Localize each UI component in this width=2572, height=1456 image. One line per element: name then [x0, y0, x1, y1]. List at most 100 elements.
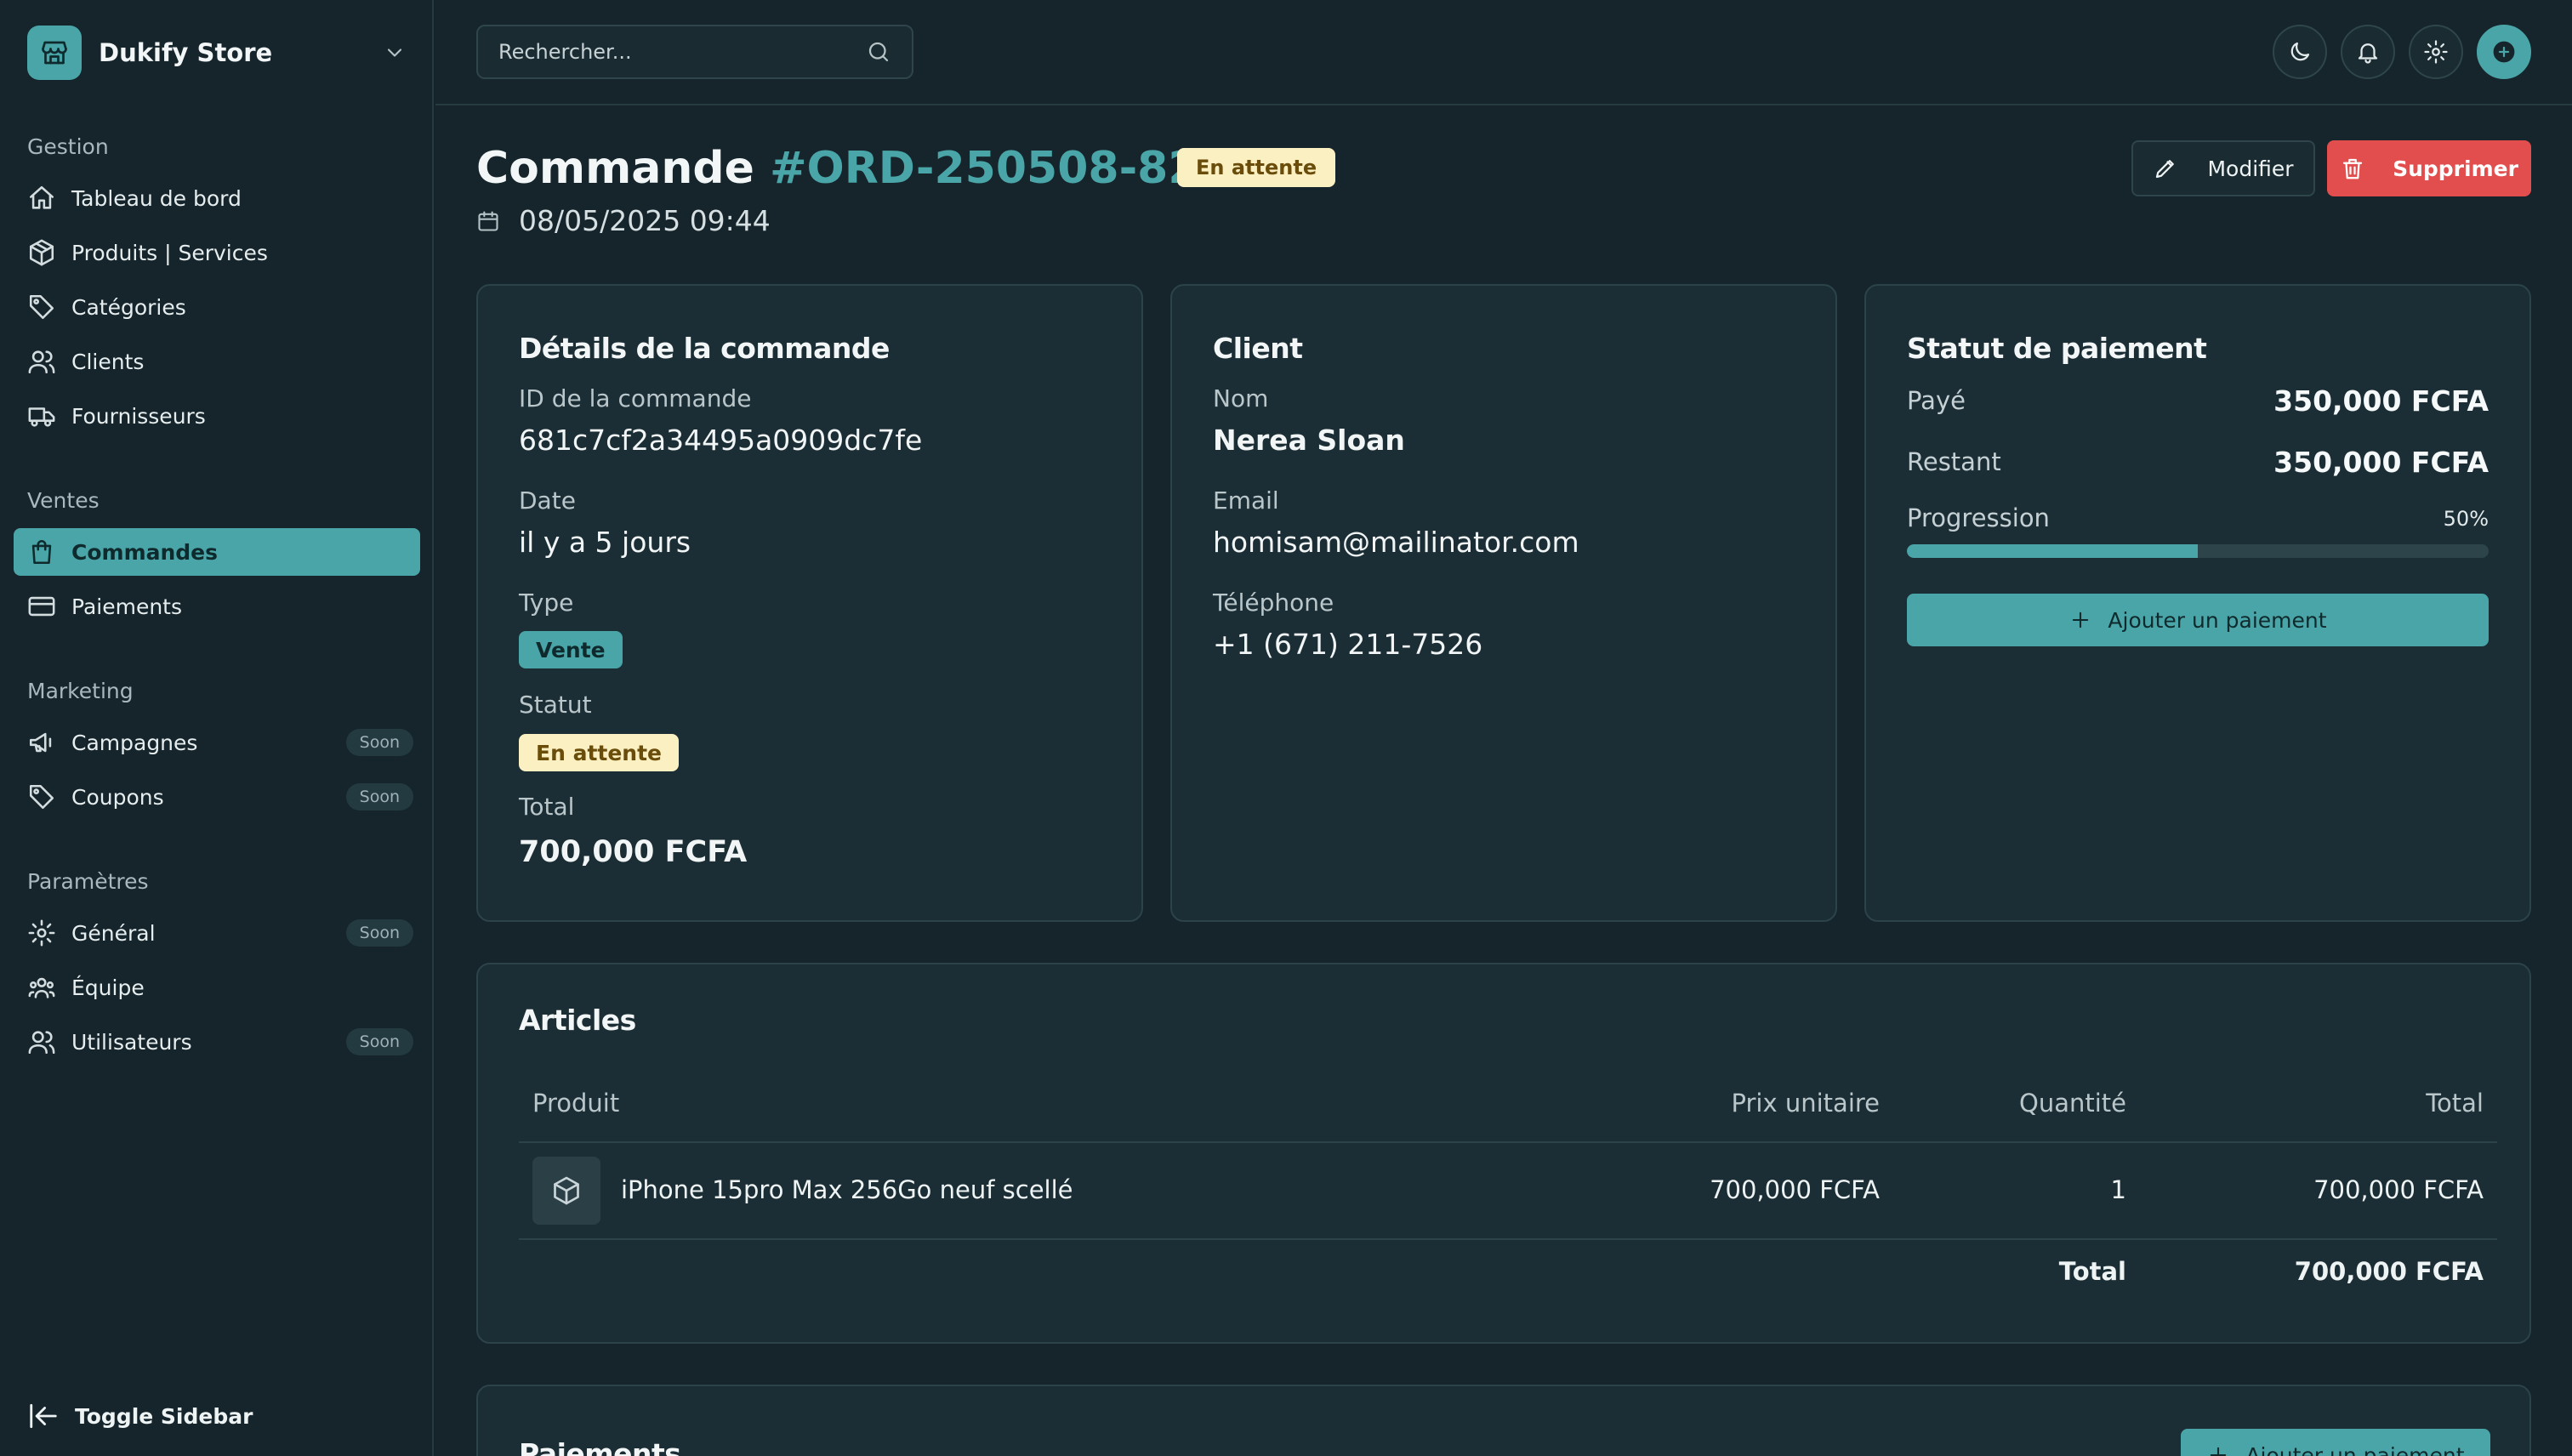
sidebar-item-label: Catégories: [71, 294, 186, 320]
tag-icon: [27, 293, 56, 321]
sidebar-item-clients[interactable]: Clients: [14, 338, 420, 385]
sidebar-item-campaigns[interactable]: Campagnes Soon: [14, 719, 420, 766]
gear-icon: [2423, 39, 2449, 65]
sidebar-item-label: Général: [71, 920, 156, 946]
sidebar-item-coupons[interactable]: Coupons Soon: [14, 773, 420, 821]
edit-button[interactable]: Modifier: [2131, 140, 2315, 196]
store-switcher[interactable]: Dukify Store: [27, 26, 407, 80]
status-badge: En attente: [1177, 148, 1336, 187]
page-title-prefix: Commande: [476, 143, 754, 194]
package-icon: [27, 238, 56, 267]
grand-total-value: 700,000 FCFA: [2294, 1257, 2484, 1286]
shopping-bag-icon: [27, 537, 56, 566]
total-value: 700,000 FCFA: [519, 835, 748, 869]
paid-label: Payé: [1907, 386, 1966, 415]
articles-card: Articles Produit Prix unitaire Quantité …: [476, 963, 2531, 1344]
sidebar-item-categories[interactable]: Catégories: [14, 283, 420, 331]
sidebar-item-users[interactable]: Utilisateurs Soon: [14, 1018, 420, 1066]
status-label: Statut: [519, 691, 592, 719]
add-payment-button[interactable]: Ajouter un paiement: [1907, 594, 2489, 646]
table-header: Produit Prix unitaire Quantité Total: [519, 1089, 2497, 1131]
column-header-total: Total: [2426, 1089, 2484, 1118]
order-datetime-text: 08/05/2025 09:44: [519, 204, 771, 237]
sidebar-item-general[interactable]: Général Soon: [14, 909, 420, 957]
column-header-quantity: Quantité: [2019, 1089, 2126, 1118]
add-payment-label: Ajouter un paiement: [2108, 607, 2327, 633]
toggle-sidebar-button[interactable]: Toggle Sidebar: [27, 1400, 253, 1432]
delete-button[interactable]: Supprimer: [2327, 140, 2531, 196]
calendar-icon: [476, 209, 500, 233]
payment-progress-bar: [1907, 544, 2489, 558]
notifications-button[interactable]: [2341, 25, 2395, 79]
toggle-sidebar-label: Toggle Sidebar: [75, 1403, 253, 1429]
sidebar-item-label: Utilisateurs: [71, 1029, 192, 1055]
sidebar-item-team[interactable]: Équipe: [14, 964, 420, 1011]
sidebar-item-label: Fournisseurs: [71, 403, 206, 429]
sidebar-item-products[interactable]: Produits | Services: [14, 229, 420, 276]
plus-icon: [2206, 1443, 2245, 1456]
paid-value: 350,000 FCFA: [2273, 384, 2489, 418]
store-name: Dukify Store: [99, 38, 273, 67]
client-email-value: homisam@mailinator.com: [1213, 526, 1579, 559]
theme-toggle-button[interactable]: [2273, 25, 2327, 79]
row-total: 700,000 FCFA: [2313, 1175, 2484, 1204]
soon-badge: Soon: [345, 729, 413, 756]
client-phone-label: Téléphone: [1213, 589, 1334, 617]
remaining-value: 350,000 FCFA: [2273, 446, 2489, 479]
unit-price: 700,000 FCFA: [1710, 1175, 1880, 1204]
sidebar: Dukify Store Gestion Tableau de bord Pro…: [0, 0, 434, 1456]
sidebar-item-dashboard[interactable]: Tableau de bord: [14, 174, 420, 222]
sidebar-item-label: Équipe: [71, 975, 145, 1000]
moon-icon: [2287, 39, 2313, 65]
table-row[interactable]: iPhone 15pro Max 256Go neuf scellé 700,0…: [519, 1157, 2497, 1225]
box-icon: [551, 1175, 582, 1206]
sidebar-item-label: Coupons: [71, 784, 164, 810]
chevron-down-icon: [383, 41, 407, 65]
team-icon: [27, 973, 56, 1002]
order-id-value: 681c7cf2a34495a0909dc7fe: [519, 424, 923, 457]
search-icon[interactable]: [866, 39, 891, 65]
product-name: iPhone 15pro Max 256Go neuf scellé: [621, 1175, 1073, 1204]
progress-label: Progression: [1907, 503, 2050, 532]
sidebar-item-suppliers[interactable]: Fournisseurs: [14, 392, 420, 440]
sidebar-item-orders[interactable]: Commandes: [14, 528, 420, 576]
delete-button-label: Supprimer: [2393, 156, 2518, 181]
add-payment-button[interactable]: Ajouter un paiement: [2181, 1429, 2490, 1456]
topbar: [435, 0, 2572, 105]
avatar[interactable]: [2477, 25, 2531, 79]
divider: [519, 1141, 2497, 1143]
order-details-card: Détails de la commande ID de la commande…: [476, 284, 1143, 922]
soon-badge: Soon: [345, 1028, 413, 1055]
pencil-icon: [2153, 156, 2207, 181]
user-group-icon: [27, 1027, 56, 1056]
quantity: 1: [2110, 1175, 2126, 1204]
sidebar-item-label: Paiements: [71, 594, 183, 619]
bell-icon: [2355, 39, 2381, 65]
settings-button[interactable]: [2409, 25, 2463, 79]
type-badge: Vente: [519, 631, 623, 668]
column-header-unit-price: Prix unitaire: [1731, 1089, 1880, 1118]
page-title: Commande #ORD-250508-8289: [476, 143, 1260, 194]
credit-card-icon: [27, 592, 56, 621]
nav-group-parametres: Paramètres: [27, 869, 149, 894]
type-label: Type: [519, 589, 574, 617]
megaphone-icon: [27, 728, 56, 757]
remaining-label: Restant: [1907, 447, 2001, 476]
date-label: Date: [519, 486, 576, 515]
nav-group-marketing: Marketing: [27, 679, 134, 703]
card-title: Articles: [519, 1004, 636, 1037]
ticket-icon: [27, 782, 56, 811]
sidebar-item-label: Campagnes: [71, 730, 198, 755]
column-header-product: Produit: [532, 1089, 620, 1118]
sidebar-item-payments[interactable]: Paiements: [14, 583, 420, 630]
users-icon: [27, 347, 56, 376]
order-id-label: ID de la commande: [519, 384, 752, 412]
trash-icon: [2340, 156, 2393, 181]
order-datetime: 08/05/2025 09:44: [476, 204, 771, 237]
search-input[interactable]: [498, 40, 866, 64]
client-phone-value: +1 (671) 211-7526: [1213, 628, 1483, 661]
grand-total-label: Total: [2058, 1257, 2126, 1286]
search-box[interactable]: [476, 25, 913, 79]
card-title: Client: [1213, 332, 1303, 365]
payment-status-card: Statut de paiement Payé 350,000 FCFA Res…: [1864, 284, 2531, 922]
